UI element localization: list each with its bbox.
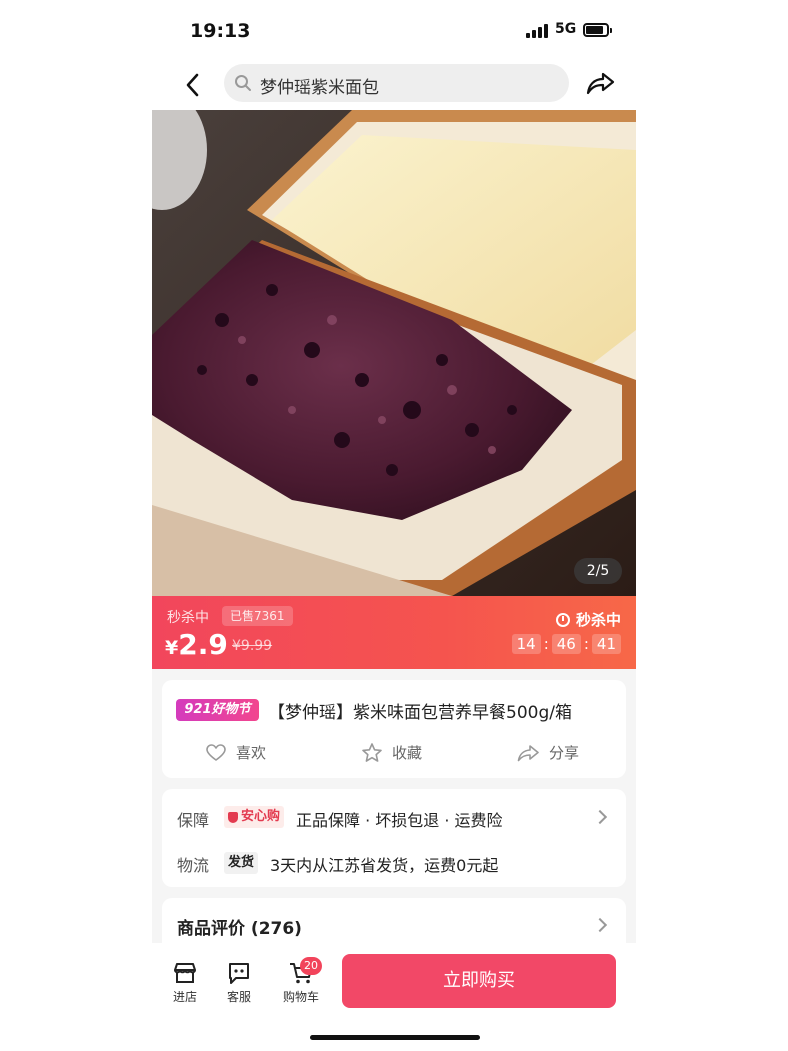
anxin-badge: 安心购 [224,806,285,828]
search-icon [235,75,251,91]
price: ¥2.9 [165,628,228,661]
star-icon [362,743,382,762]
share-button[interactable] [585,68,617,98]
guarantee-text: 正品保障 · 坏损包退 · 运费险 [296,811,503,830]
review-title: 商品评价 (276) [177,919,302,939]
collect-label: 收藏 [392,744,423,762]
flash-sale-label: 秒杀中 [555,609,621,630]
cart-tab[interactable]: 购物车 20 [276,957,326,1005]
flash-sale-tag: 秒杀中 [167,610,209,626]
share-icon [517,744,539,761]
product-title: 【梦仲瑶】紫米味面包营养早餐500g/箱 [268,703,572,723]
network-label: 5G [555,21,577,37]
share-action-button[interactable]: 分享 [517,742,579,763]
chevron-left-icon [186,73,199,97]
product-image[interactable]: 2/5 [152,110,636,596]
flash-sale-bar: 秒杀中 已售7361 ¥2.9 ¥9.99 秒杀中 14 : 46 : 41 [152,596,636,669]
customer-service-icon [229,963,249,984]
status-bar: 19:13 5G [152,0,636,60]
signal-icon [526,24,550,38]
search-text: 梦仲瑶紫米面包 [260,78,379,98]
phone-screen: 19:13 5G 梦仲瑶紫米面包 2/5 秒杀中 已售7361 ¥2.9 ¥9.… [152,0,636,1051]
collect-button[interactable]: 收藏 [362,742,422,763]
battery-icon [583,23,612,37]
service-info-card[interactable]: 保障 安心购 正品保障 · 坏损包退 · 运费险 物流 发货 3天内从江苏省发货… [162,789,626,887]
shield-icon [228,811,238,823]
flash-sale-label-text: 秒杀中 [575,611,621,629]
like-label: 喜欢 [236,744,267,762]
cart-label: 购物车 [282,990,319,1004]
countdown-separator: : [543,635,549,653]
price-value: 2.9 [178,628,228,661]
countdown: 14 : 46 : 41 [511,634,621,654]
product-title-card: 921好物节 【梦仲瑶】紫米味面包营养早餐500g/箱 喜欢 收藏 分享 [162,680,626,778]
cart-count-badge: 20 [300,957,322,975]
logistics-text: 3天内从江苏省发货，运费0元起 [270,856,499,875]
back-button[interactable] [178,70,208,100]
countdown-seconds: 41 [591,634,621,654]
countdown-minutes: 46 [551,634,581,654]
clock-icon [555,612,570,627]
heart-icon [206,743,226,761]
logistics-label: 物流 [177,856,210,875]
original-price: ¥9.99 [232,638,273,654]
sold-count: 已售7361 [222,606,293,626]
price-currency: ¥ [165,637,179,659]
anxin-badge-text: 安心购 [241,809,281,824]
image-pager: 2/5 [574,558,622,584]
store-label: 进店 [172,990,197,1004]
home-indicator [310,1035,480,1040]
share-label: 分享 [549,744,580,762]
search-bar[interactable]: 梦仲瑶紫米面包 [224,64,569,102]
service-tab[interactable]: 客服 [217,961,261,1005]
buy-now-button[interactable]: 立即购买 [342,954,616,1008]
bread-photo [152,110,636,596]
guarantee-label: 保障 [177,811,210,830]
promo-badge: 921好物节 [176,699,259,721]
shipping-badge: 发货 [224,852,259,874]
chevron-right-icon [592,809,608,825]
like-button[interactable]: 喜欢 [206,742,266,763]
store-tab[interactable]: 进店 [163,961,207,1005]
status-time: 19:13 [190,20,251,42]
bottom-action-bar: 进店 客服 购物车 20 立即购买 [152,943,636,1051]
store-icon [174,963,196,983]
share-arrow-icon [586,72,615,95]
service-label: 客服 [226,990,251,1004]
countdown-hours: 14 [511,634,541,654]
countdown-separator: : [583,635,589,653]
chevron-right-icon [592,917,608,933]
nav-bar: 梦仲瑶紫米面包 [152,60,636,110]
